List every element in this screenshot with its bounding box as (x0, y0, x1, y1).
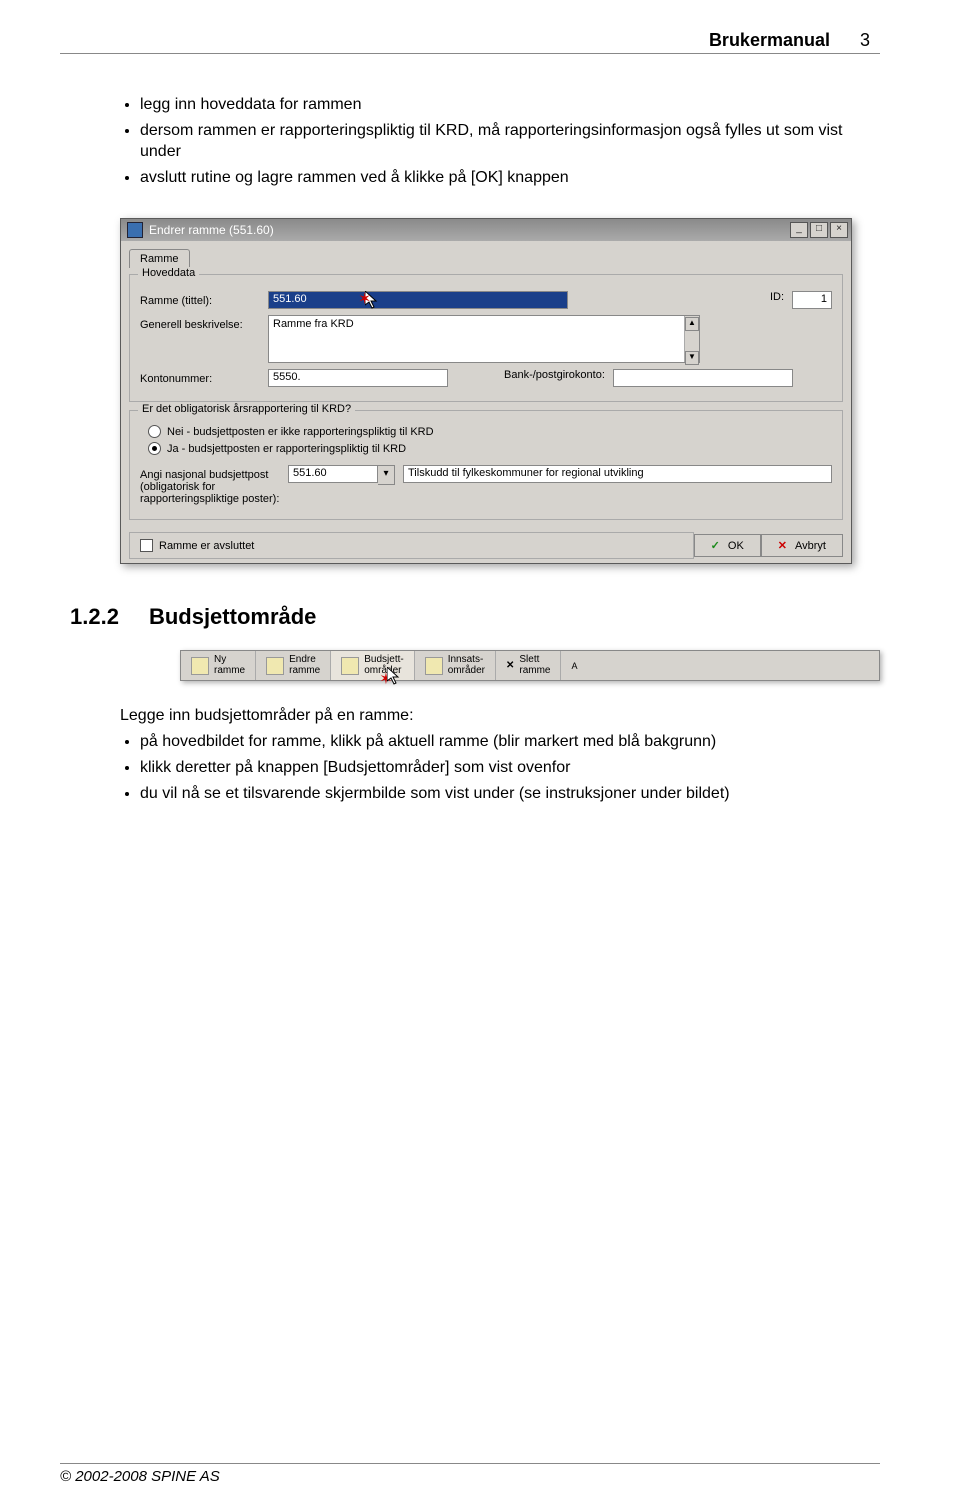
x-icon: ✕ (778, 539, 787, 552)
check-icon: ✓ (711, 539, 720, 552)
label-kontonummer: Kontonummer: (140, 369, 260, 385)
minimize-button[interactable]: _ (790, 222, 808, 238)
input-kontonummer[interactable]: 5550. (268, 369, 448, 387)
dialog-screenshot: Endrer ramme (551.60) _ □ × Ramme Hovedd… (120, 218, 852, 564)
radio-nei-label: Nei - budsjettposten er ikke rapporterin… (167, 426, 434, 438)
textarea-value: Ramme fra KRD (269, 316, 358, 332)
cancel-button[interactable]: ✕ Avbryt (761, 534, 843, 557)
checkbox-avsluttet[interactable] (140, 539, 153, 552)
radio-nei-row[interactable]: Nei - budsjettposten er ikke rapporterin… (148, 425, 832, 438)
bullet-item: legg inn hoveddata for rammen (140, 94, 880, 116)
bullet-item: klikk deretter på knappen [Budsjettområd… (140, 757, 880, 779)
group-title-rapportering: Er det obligatorisk årsrapportering til … (138, 403, 355, 415)
page: Brukermanual 3 legg inn hoveddata for ra… (0, 0, 960, 1505)
label-generell: Generell beskrivelse: (140, 315, 260, 331)
maximize-button[interactable]: □ (810, 222, 828, 238)
cancel-label: Avbryt (795, 540, 826, 552)
more-icon: A (571, 661, 577, 671)
textarea-generell[interactable]: Ramme fra KRD ▲ ▼ (268, 315, 700, 363)
bullet-item: på hovedbildet for ramme, klikk på aktue… (140, 731, 880, 753)
page-footer: © 2002-2008 SPINE AS (60, 1463, 880, 1485)
bullet-item: dersom rammen er rapporteringspliktig ti… (140, 120, 880, 163)
toolbar-btn-innsats[interactable]: Innsats-områder (415, 651, 496, 680)
input-bank[interactable] (613, 369, 793, 387)
instructions-lead: Legge inn budsjettområder på en ramme: (120, 707, 880, 725)
toolbar-btn-ny[interactable]: Nyramme (181, 651, 256, 680)
scroll-up-icon[interactable]: ▲ (685, 317, 699, 331)
budget-icon (341, 657, 359, 675)
label-ramme-tittel: Ramme (tittel): (140, 291, 260, 307)
scrollbar[interactable]: ▲ ▼ (684, 316, 699, 362)
group-title: Hoveddata (138, 267, 199, 279)
input-angi-desc[interactable]: Tilskudd til fylkeskommuner for regional… (403, 465, 832, 483)
group-rapportering: Er det obligatorisk årsrapportering til … (129, 410, 843, 520)
radio-icon (148, 442, 161, 455)
toolbar-btn-endre[interactable]: Endreramme (256, 651, 331, 680)
section-title: Budsjettområde (149, 604, 316, 630)
instructions-block: Legge inn budsjettområder på en ramme: p… (120, 707, 880, 804)
header-title: Brukermanual (709, 30, 830, 51)
scroll-down-icon[interactable]: ▼ (685, 351, 699, 365)
toolbar-btn-slett[interactable]: ✕ Slettramme (496, 651, 562, 680)
ok-button[interactable]: ✓ OK (694, 534, 761, 557)
toolbar-btn-budsjett[interactable]: Budsjett-områder ✶ (331, 651, 414, 680)
delete-icon: ✕ (506, 660, 514, 671)
ok-label: OK (728, 540, 744, 552)
app-icon (127, 222, 143, 238)
radio-ja-row[interactable]: Ja - budsjettposten er rapporteringsplik… (148, 442, 832, 455)
dialog-titlebar: Endrer ramme (551.60) _ □ × (121, 219, 851, 241)
bullet-item: avslutt rutine og lagre rammen ved å kli… (140, 167, 880, 189)
toolbar-screenshot: Nyramme Endreramme Budsjett-områder ✶ In… (180, 650, 880, 681)
group-hoveddata: Hoveddata Ramme (tittel): 551.60 ✶ ID: 1… (129, 274, 843, 402)
input-ramme-tittel[interactable]: 551.60 (268, 291, 568, 309)
bullet-item: du vil nå se et tilsvarende skjermbilde … (140, 783, 880, 805)
intro-bullets: legg inn hoveddata for rammen dersom ram… (120, 94, 880, 188)
radio-ja-label: Ja - budsjettposten er rapporteringsplik… (167, 443, 406, 455)
radio-icon (148, 425, 161, 438)
label-avsluttet: Ramme er avsluttet (159, 540, 254, 552)
label-id: ID: (770, 291, 784, 303)
new-icon (191, 657, 209, 675)
tab-row: Ramme (121, 241, 851, 268)
section-number: 1.2.2 (70, 604, 119, 630)
edit-icon (266, 657, 284, 675)
tab-ramme[interactable]: Ramme (129, 249, 190, 268)
star-marker-icon: ✶ (379, 669, 392, 689)
page-header: Brukermanual 3 (60, 30, 880, 54)
label-bank: Bank-/postgirokonto: (504, 369, 605, 381)
close-button[interactable]: × (830, 222, 848, 238)
label-angi: Angi nasjonal budsjettpost (obligatorisk… (140, 465, 280, 505)
toolbar-overflow[interactable]: A (561, 651, 583, 680)
section-heading: 1.2.2 Budsjettområde (70, 604, 880, 630)
areas-icon (425, 657, 443, 675)
dialog-title: Endrer ramme (551.60) (149, 223, 274, 237)
dropdown-value: 551.60 (288, 465, 378, 483)
chevron-down-icon[interactable]: ▾ (378, 465, 395, 485)
header-page-number: 3 (860, 30, 880, 51)
dropdown-budsjettpost[interactable]: 551.60 ▾ (288, 465, 395, 485)
input-id[interactable]: 1 (792, 291, 832, 309)
star-marker-icon: ✶ (358, 289, 371, 309)
